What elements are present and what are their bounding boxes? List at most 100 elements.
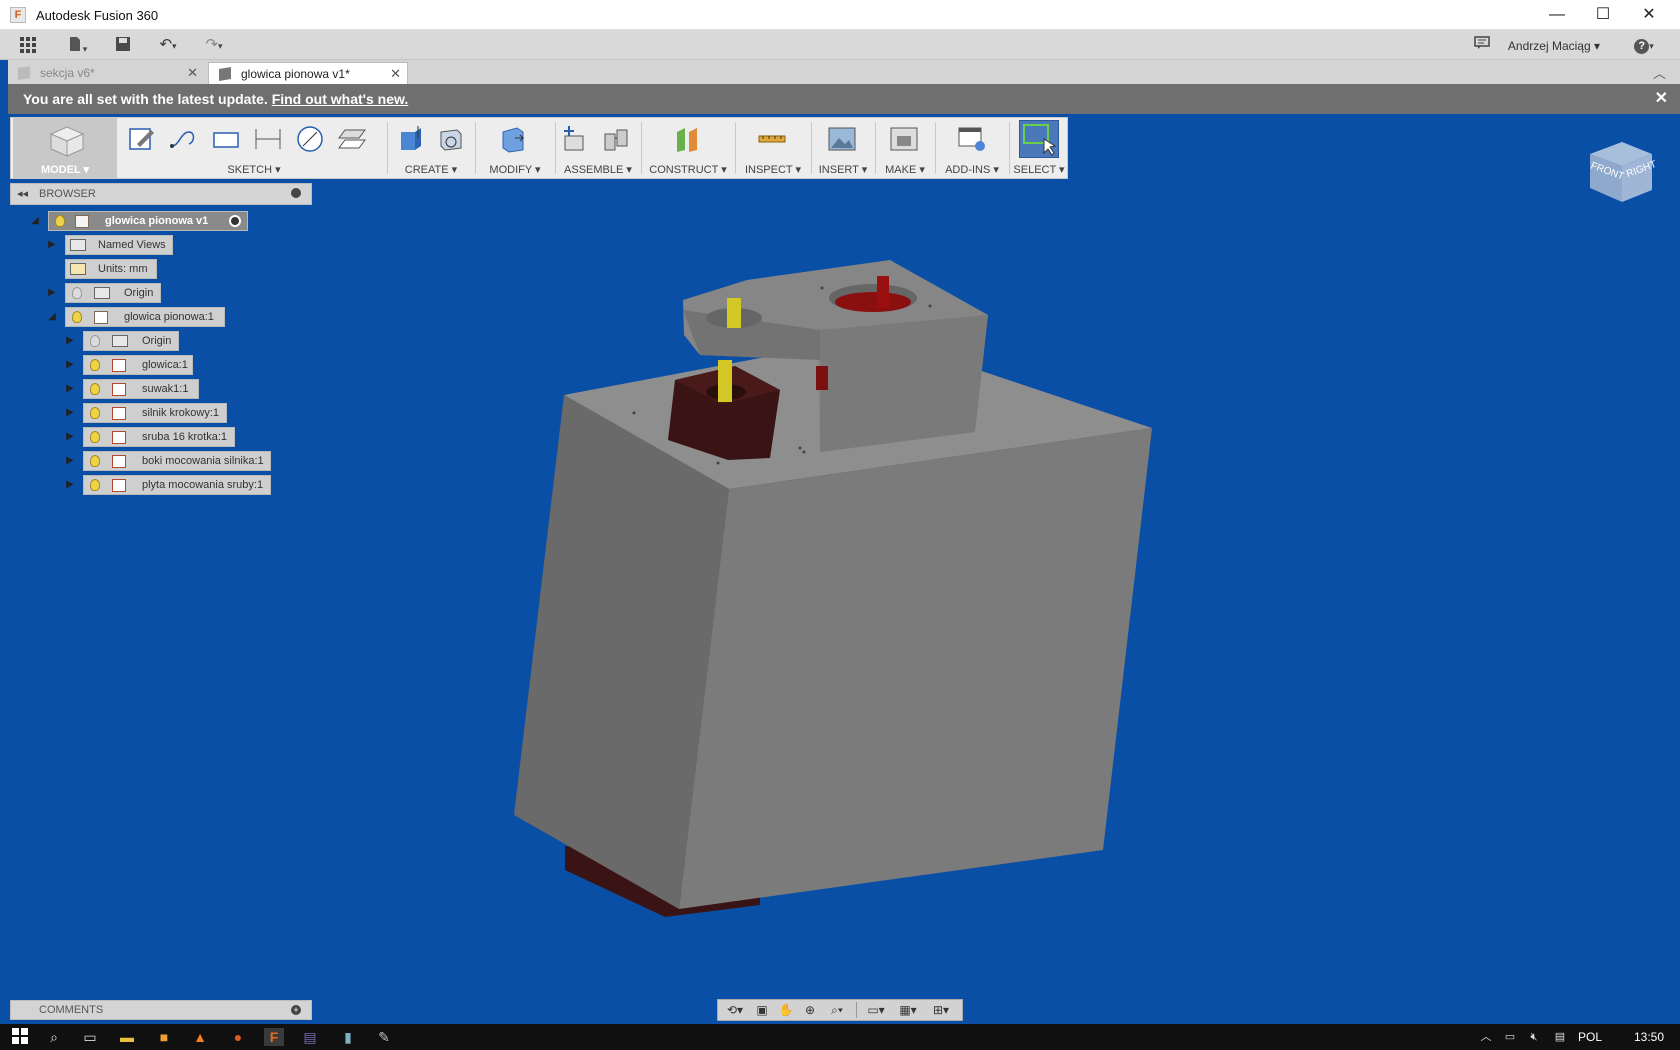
new-component-icon[interactable] xyxy=(559,124,589,154)
volume-muted-icon[interactable]: 🔇︎ xyxy=(1524,1028,1544,1046)
browser-child-suwak[interactable]: suwak1:1 xyxy=(83,379,199,399)
expand-child-icon[interactable]: ▶ xyxy=(63,358,77,372)
zoom-icon[interactable]: ⊕ xyxy=(800,1003,820,1017)
expand-child-icon[interactable]: ▶ xyxy=(63,478,77,492)
fit-icon[interactable]: ⌕▾ xyxy=(824,1003,850,1017)
expand-origin-icon[interactable]: ▶ xyxy=(45,286,59,300)
joint-icon[interactable] xyxy=(601,124,631,154)
tab-close-icon[interactable]: ✕ xyxy=(390,63,401,85)
browser-pin-icon[interactable] xyxy=(291,188,301,198)
workspace-switcher[interactable]: MODEL ▾ xyxy=(13,118,117,178)
make-menu[interactable]: MAKE ▾ xyxy=(877,163,933,176)
revolve-icon[interactable] xyxy=(435,124,465,154)
3d-viewport[interactable] xyxy=(0,114,1680,1024)
tray-chevron-icon[interactable]: ︿ xyxy=(1476,1028,1496,1046)
expand-root-icon[interactable]: ◢ xyxy=(28,214,42,228)
close-button[interactable]: ✕ xyxy=(1626,0,1672,30)
data-panel-grid-icon[interactable] xyxy=(18,36,38,54)
notification-center-icon[interactable] xyxy=(1472,36,1492,54)
pan-icon[interactable]: ✋ xyxy=(776,1003,796,1017)
undo-icon[interactable]: ↶▾ xyxy=(152,36,184,54)
expand-child-icon[interactable]: ▶ xyxy=(63,406,77,420)
media-app-icon[interactable]: ■ xyxy=(154,1028,174,1046)
create-menu[interactable]: CREATE ▾ xyxy=(389,163,473,176)
visibility-bulb-icon[interactable] xyxy=(90,455,100,467)
file-explorer-icon[interactable]: ▬ xyxy=(117,1028,137,1046)
browser-root-node[interactable]: glowica pionowa v1 xyxy=(48,211,248,231)
comments-panel-header[interactable]: COMMENTS + xyxy=(10,1000,312,1020)
redo-icon[interactable]: ↷▾ xyxy=(198,36,230,54)
expand-component-icon[interactable]: ◢ xyxy=(45,310,59,324)
browser-child-glowica[interactable]: glowica:1 xyxy=(83,355,193,375)
browser-origin[interactable]: Origin xyxy=(65,283,161,303)
orbit-icon[interactable]: ⟲▾ xyxy=(722,1003,748,1017)
sketch-dimension-icon[interactable] xyxy=(253,124,283,154)
visibility-bulb-icon[interactable] xyxy=(90,335,100,347)
action-center-icon[interactable]: ▤ xyxy=(1550,1028,1570,1046)
circle-icon[interactable] xyxy=(295,124,325,154)
start-button-icon[interactable] xyxy=(10,1028,30,1046)
sketch-menu[interactable]: SKETCH ▾ xyxy=(123,163,385,176)
expand-named-views-icon[interactable]: ▶ xyxy=(45,238,59,252)
spline-icon[interactable] xyxy=(169,124,199,154)
tab-glowica-pionowa-v1[interactable]: glowica pionowa v1* ✕ xyxy=(208,62,408,84)
browser-component-node[interactable]: glowica pionowa:1 xyxy=(65,307,225,327)
browser-child-boki[interactable]: boki mocowania silnika:1 xyxy=(83,451,271,471)
browser-child-plyta[interactable]: plyta mocowania sruby:1 xyxy=(83,475,271,495)
expand-sub-origin-icon[interactable]: ▶ xyxy=(63,334,77,348)
modify-menu[interactable]: MODIFY ▾ xyxy=(477,163,553,176)
visibility-bulb-icon[interactable] xyxy=(90,383,100,395)
expand-child-icon[interactable]: ▶ xyxy=(63,382,77,396)
save-icon[interactable] xyxy=(114,36,132,54)
tab-sekcja-v6[interactable]: sekcja v6* ✕ xyxy=(8,62,204,84)
scripts-addins-icon[interactable] xyxy=(957,124,987,154)
display-settings-icon[interactable]: ▭▾ xyxy=(862,1003,890,1017)
offset-plane-icon[interactable] xyxy=(673,124,703,154)
browser-named-views[interactable]: Named Views xyxy=(65,235,173,255)
task-view-icon[interactable]: ▭ xyxy=(80,1028,100,1046)
clock[interactable]: 13:50 xyxy=(1634,1030,1664,1044)
insert-menu[interactable]: INSERT ▾ xyxy=(813,163,873,176)
expand-child-icon[interactable]: ▶ xyxy=(63,430,77,444)
press-pull-icon[interactable] xyxy=(499,124,529,154)
help-icon[interactable]: ? ▾ xyxy=(1628,36,1660,54)
firefox-icon[interactable]: ● xyxy=(228,1028,248,1046)
vlc-icon[interactable]: ▲ xyxy=(190,1028,210,1046)
measure-icon[interactable] xyxy=(757,124,787,154)
viewcube[interactable]: FRONT RIGHT xyxy=(1582,136,1658,204)
add-comment-icon[interactable]: + xyxy=(291,1005,301,1015)
create-sketch-icon[interactable] xyxy=(127,124,157,154)
look-at-icon[interactable]: ▣ xyxy=(752,1003,772,1017)
extrude-icon[interactable] xyxy=(397,124,427,154)
visibility-bulb-icon[interactable] xyxy=(72,311,82,323)
grid-settings-icon[interactable]: ▦▾ xyxy=(894,1003,922,1017)
3d-print-icon[interactable] xyxy=(889,124,919,154)
browser-sub-origin[interactable]: Origin xyxy=(83,331,179,351)
visibility-bulb-icon[interactable] xyxy=(72,287,82,299)
user-account-menu[interactable]: Andrzej Maciąg ▾ xyxy=(1508,39,1600,53)
assemble-menu[interactable]: ASSEMBLE ▾ xyxy=(557,163,639,176)
visibility-bulb-icon[interactable] xyxy=(55,215,65,227)
select-tool-button[interactable] xyxy=(1019,120,1059,158)
language-indicator[interactable]: POL xyxy=(1578,1030,1602,1044)
active-radio-icon[interactable] xyxy=(229,215,241,227)
calendar-app-icon[interactable]: ▤ xyxy=(300,1028,320,1046)
browser-child-silnik[interactable]: silnik krokowy:1 xyxy=(83,403,227,423)
insert-image-icon[interactable] xyxy=(827,124,857,154)
collapse-browser-icon[interactable]: ◂◂ xyxy=(17,187,28,200)
rectangle-icon[interactable] xyxy=(211,124,241,154)
search-icon[interactable]: ⌕ xyxy=(44,1028,64,1046)
paint-app-icon[interactable]: ✎ xyxy=(374,1028,394,1046)
browser-units[interactable]: Units: mm xyxy=(65,259,157,279)
expand-child-icon[interactable]: ▶ xyxy=(63,454,77,468)
visibility-bulb-icon[interactable] xyxy=(90,359,100,371)
collapse-tabs-icon[interactable]: ︿ xyxy=(1653,63,1666,82)
visibility-bulb-icon[interactable] xyxy=(90,479,100,491)
minimize-button[interactable]: — xyxy=(1534,0,1580,30)
browser-child-sruba[interactable]: sruba 16 krotka:1 xyxy=(83,427,235,447)
inspect-menu[interactable]: INSPECT ▾ xyxy=(737,163,809,176)
whats-new-link[interactable]: Find out what's new. xyxy=(272,91,409,107)
maximize-button[interactable]: ☐ xyxy=(1580,0,1626,30)
select-menu[interactable]: SELECT ▾ xyxy=(1011,163,1067,176)
project-icon[interactable] xyxy=(337,124,367,154)
